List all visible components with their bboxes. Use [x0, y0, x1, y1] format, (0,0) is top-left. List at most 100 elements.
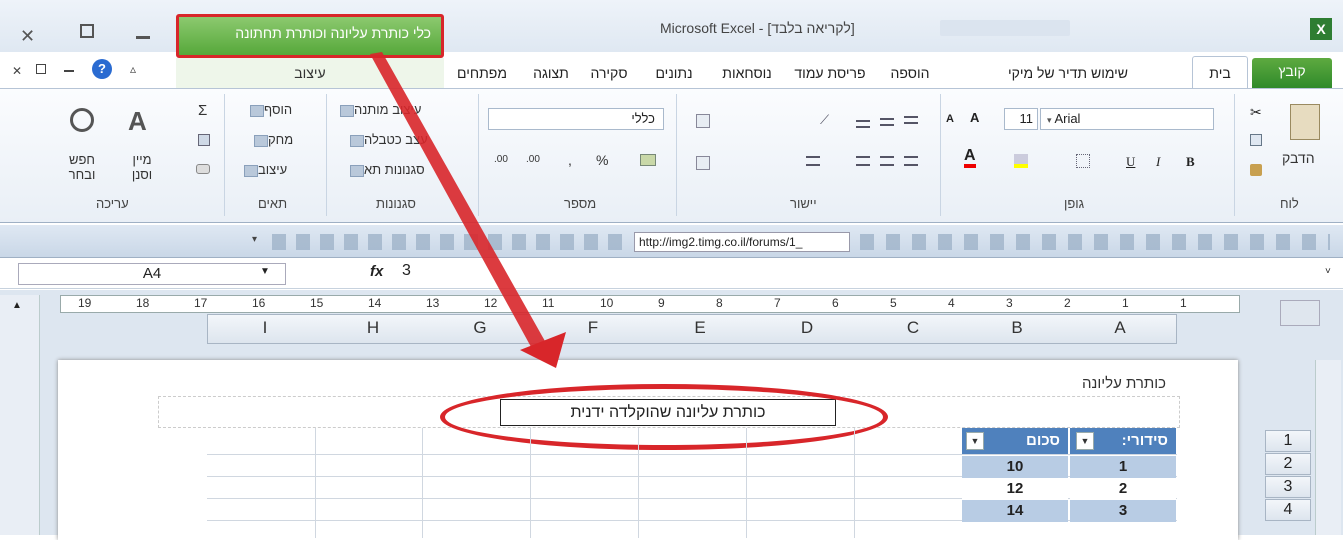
wrap-text-icon[interactable] [696, 114, 710, 128]
font-size-select[interactable]: 11 [1004, 108, 1038, 130]
group-label-clipboard: לוח [1280, 196, 1299, 211]
excel-logo-icon: X [1310, 18, 1332, 40]
align-center-icon[interactable] [880, 156, 894, 166]
tab-formulas[interactable]: נוסחאות [712, 60, 782, 86]
ruler-number: 10 [600, 296, 614, 310]
name-box[interactable]: A4 [18, 263, 286, 285]
borders-icon[interactable] [1076, 154, 1090, 168]
customize-toolbar-icon[interactable]: ▾ [252, 234, 257, 245]
scroll-up-icon[interactable]: ▲ [12, 300, 22, 311]
find-select-icon[interactable] [70, 108, 94, 132]
close-icon[interactable]: ✕ [20, 26, 35, 47]
format-painter-icon[interactable] [1250, 164, 1262, 176]
group-label-editing: עריכה [96, 196, 129, 211]
column-header[interactable]: F [583, 318, 603, 338]
select-all-corner[interactable] [1280, 300, 1320, 326]
vertical-scrollbar[interactable] [1315, 360, 1341, 535]
table-cell[interactable]: 3 [1070, 500, 1176, 522]
ruler-number: 4 [948, 296, 955, 310]
tab-data[interactable]: נתונים [644, 60, 704, 86]
font-color-icon[interactable]: A [964, 148, 976, 168]
bold-icon[interactable]: B [1186, 154, 1195, 170]
fill-color-icon[interactable] [1014, 154, 1028, 168]
ruler-number: 6 [832, 296, 839, 310]
ruler-number: 16 [252, 296, 266, 310]
filter-dropdown-icon[interactable]: ▼ [1076, 432, 1094, 450]
row-header[interactable]: 1 [1265, 430, 1311, 452]
tab-home[interactable]: בית [1192, 56, 1248, 90]
font-name-value: Arial [1054, 111, 1081, 126]
tab-insert[interactable]: הוספה [880, 60, 940, 86]
column-header[interactable]: C [903, 318, 923, 338]
restore-icon[interactable] [80, 24, 94, 38]
paste-icon[interactable] [1290, 104, 1320, 140]
fill-icon[interactable] [198, 134, 210, 146]
table-cell[interactable]: 10 [962, 456, 1068, 478]
sort-filter-button[interactable]: מיין וסנן [122, 152, 162, 182]
tab-page-layout[interactable]: פריסת עמוד [790, 60, 870, 86]
align-middle-icon[interactable] [880, 118, 894, 126]
find-select-button[interactable]: חפש ובחר [62, 152, 102, 182]
orientation-icon[interactable]: ⟋ [820, 112, 829, 128]
column-header[interactable]: E [690, 318, 710, 338]
sort-filter-icon[interactable]: A [128, 106, 147, 137]
row-header[interactable]: 2 [1265, 453, 1311, 475]
doc-close-icon[interactable]: ✕ [12, 64, 22, 78]
column-header[interactable]: A [1110, 318, 1130, 338]
align-left-icon[interactable] [856, 156, 870, 166]
paste-button[interactable]: הדבק [1282, 150, 1315, 166]
italic-icon[interactable]: I [1156, 154, 1160, 170]
shrink-font-icon[interactable]: A [946, 113, 954, 125]
filter-dropdown-icon[interactable]: ▼ [966, 432, 984, 450]
ruler-number: 1 [1122, 296, 1129, 310]
ruler-number: 17 [194, 296, 208, 310]
row-header[interactable]: 3 [1265, 476, 1311, 498]
tab-tdir[interactable]: שימוש תדיר של מיקי [950, 60, 1186, 86]
ruler-number: 15 [310, 296, 324, 310]
minimize-icon[interactable] [136, 36, 150, 39]
tab-review[interactable]: סקירה [584, 60, 634, 86]
table-cell[interactable]: 1 [1070, 456, 1176, 478]
align-bottom-icon[interactable] [856, 120, 870, 128]
autosum-icon[interactable]: Σ [198, 102, 207, 119]
format-cells-button[interactable]: עיצוב [240, 162, 287, 177]
format-cells-icon [244, 164, 258, 177]
merge-center-icon[interactable] [696, 156, 710, 170]
grow-font-icon[interactable]: A [970, 110, 979, 125]
blurred-filename [940, 20, 1070, 36]
collapse-ribbon-icon[interactable]: ▵ [130, 62, 136, 76]
group-label-font: גופן [1064, 196, 1085, 211]
ruler-number: 3 [1006, 296, 1013, 310]
toolbar-icons-right[interactable] [860, 234, 1330, 250]
column-header[interactable]: D [797, 318, 817, 338]
clear-icon[interactable] [196, 164, 210, 174]
header-label: כותרת עליונה [1082, 375, 1167, 392]
align-top-icon[interactable] [904, 116, 918, 124]
delete-cells-button[interactable]: מחק [250, 132, 293, 147]
currency-icon[interactable] [640, 154, 656, 166]
font-name-select[interactable]: ▾ Arial [1040, 108, 1214, 130]
doc-minimize-icon[interactable] [64, 70, 74, 72]
insert-cells-icon [250, 104, 264, 117]
table-cell[interactable]: 14 [962, 500, 1068, 522]
copy-icon[interactable] [1250, 134, 1262, 146]
name-box-dropdown-icon[interactable]: ▼ [260, 266, 270, 277]
column-header[interactable]: I [255, 318, 275, 338]
insert-cells-button[interactable]: הוסף [246, 102, 292, 117]
expand-formula-bar-icon[interactable]: ˅ [1325, 266, 1331, 277]
cut-icon[interactable]: ✂ [1250, 104, 1262, 121]
help-icon[interactable]: ? [92, 59, 112, 79]
row-header[interactable]: 4 [1265, 499, 1311, 521]
table-cell[interactable]: 12 [962, 478, 1068, 500]
column-header[interactable]: B [1007, 318, 1027, 338]
doc-restore-icon[interactable] [36, 64, 46, 74]
annotation-arrow [370, 52, 566, 368]
indent-icon[interactable] [806, 156, 820, 166]
percent-icon[interactable]: % [596, 152, 608, 168]
ruler-number: 19 [78, 296, 92, 310]
underline-icon[interactable]: U [1126, 154, 1135, 170]
tab-file[interactable]: קובץ [1252, 58, 1332, 88]
url-address-field[interactable]: http://img2.timg.co.il/forums/1_ [634, 232, 850, 252]
table-cell[interactable]: 2 [1070, 478, 1176, 500]
align-right-icon[interactable] [904, 156, 918, 166]
